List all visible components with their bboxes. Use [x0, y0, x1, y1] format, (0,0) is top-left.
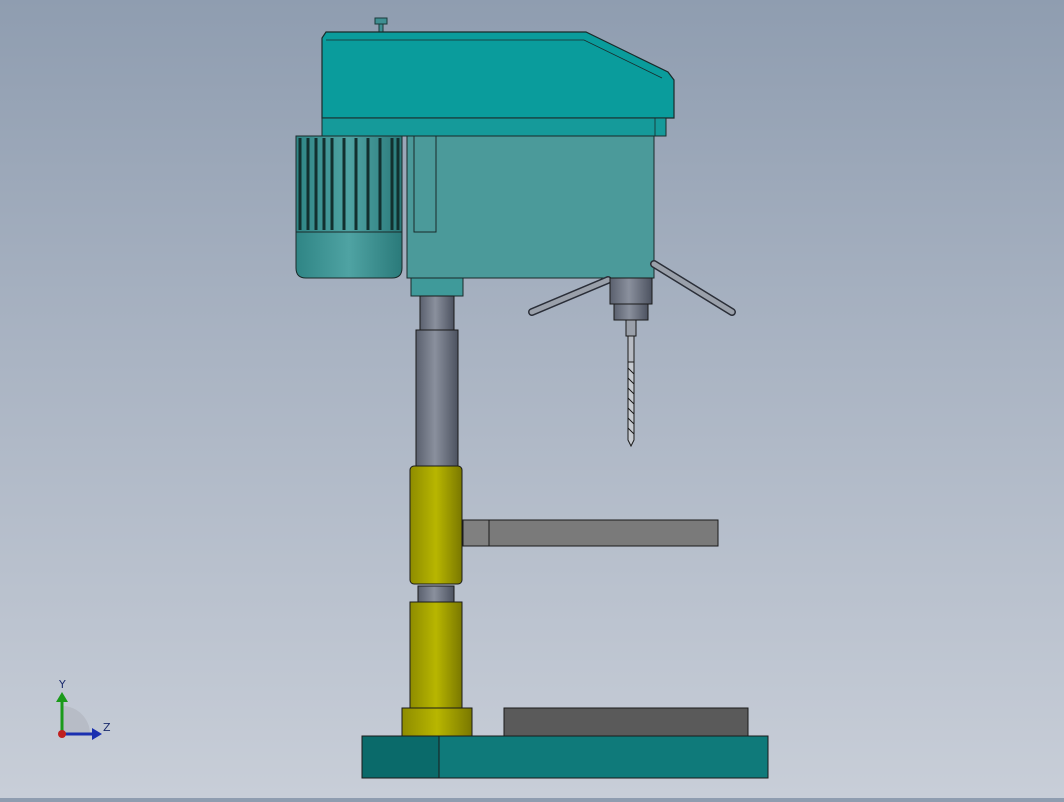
drill-press-model	[56, 17, 769, 779]
column-flange	[401, 707, 473, 737]
cad-viewport[interactable]: Y Z	[0, 0, 1064, 798]
head-knob	[374, 17, 388, 25]
motor[interactable]	[295, 135, 403, 279]
spindle-chuck	[609, 277, 653, 337]
table-collar[interactable]	[409, 465, 463, 585]
base-collar	[409, 601, 463, 709]
head-housing[interactable]	[321, 17, 675, 137]
drill-bit	[627, 335, 635, 448]
triad-z-label: Z	[103, 721, 111, 734]
work-table[interactable]	[462, 519, 719, 547]
gearbox	[406, 135, 655, 279]
view-triad	[56, 692, 102, 740]
triad-y-label: Y	[59, 678, 66, 691]
x-axis-dot	[58, 730, 66, 738]
